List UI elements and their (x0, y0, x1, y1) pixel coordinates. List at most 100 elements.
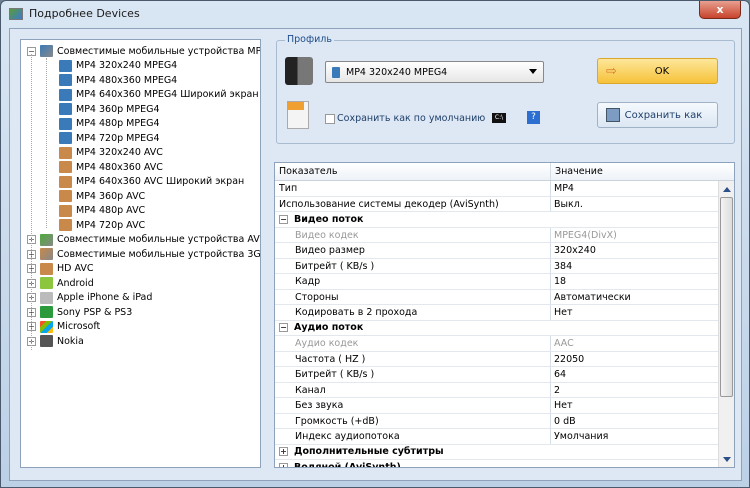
collapse-icon[interactable]: − (279, 323, 288, 333)
tree-item-profile[interactable]: MP4 480x360 MPEG4 (59, 73, 177, 87)
row-parameter: Кодировать в 2 прохода (275, 305, 551, 320)
header-value[interactable]: Значение (551, 163, 603, 180)
row-value[interactable]: 384 (551, 259, 572, 274)
device-icon (59, 132, 72, 144)
ok-button[interactable]: ⇨ OK (597, 58, 718, 84)
grid-row[interactable]: Кадр 18 (275, 274, 719, 290)
row-value[interactable]: 18 (551, 274, 566, 289)
tree-item-category[interactable]: + Совместимые мобильные устройства 3GP (27, 247, 260, 261)
row-parameter-label: Громкость (+dB) (295, 415, 379, 427)
device-icon (40, 306, 53, 318)
help-icon[interactable]: ? (527, 111, 540, 124)
grid-row[interactable]: Стороны Автоматически (275, 289, 719, 305)
save-default-checkbox[interactable]: Сохранить как по умолчанию (325, 113, 485, 124)
row-parameter-label: Тип (279, 183, 298, 194)
tree-item-category[interactable]: + Android (27, 276, 94, 290)
floppy-icon (606, 108, 620, 122)
device-icon (40, 262, 53, 275)
tree-item-mp4[interactable]: − Совместимые мобильные устройства MP4 (27, 44, 260, 58)
row-value[interactable]: Выкл. (551, 197, 583, 212)
row-parameter: + Дополнительные субтитры (275, 445, 719, 460)
tree-item-profile[interactable]: MP4 480p AVC (59, 204, 145, 218)
header-parameter[interactable]: Показатель (275, 163, 551, 180)
tree-item-category[interactable]: + Совместимые мобильные устройства AVI (27, 233, 261, 247)
grid-row[interactable]: Использование системы декодер (AviSynth)… (275, 196, 719, 212)
device-tree[interactable]: − Совместимые мобильные устройства MP4 MP4… (20, 39, 261, 468)
save-as-button[interactable]: Сохранить как (597, 102, 718, 128)
tree-item-profile[interactable]: MP4 320x240 MPEG4 (59, 59, 177, 73)
tree-item-category[interactable]: + Apple iPhone & iPad (27, 291, 152, 305)
row-value[interactable]: 22050 (551, 352, 584, 367)
grid-row[interactable]: Без звука Нет (275, 398, 719, 414)
grid-row[interactable]: Громкость (+dB) 0 dB (275, 413, 719, 429)
row-value[interactable]: MPEG4(DivX) (551, 228, 617, 243)
grid-row[interactable]: Индекс аудиопотока Умолчания (275, 429, 719, 445)
row-value[interactable]: Нет (551, 305, 573, 320)
scroll-up-icon[interactable] (723, 187, 731, 192)
grid-row[interactable]: Канал 2 (275, 382, 719, 398)
row-parameter: Канал (275, 382, 551, 397)
grid-row[interactable]: Частота ( HZ ) 22050 (275, 351, 719, 367)
row-parameter-label: Битрейт ( KB/s ) (295, 369, 375, 380)
row-value[interactable]: 64 (551, 367, 566, 382)
tree-item-profile[interactable]: MP4 480p MPEG4 (59, 117, 160, 131)
scroll-down-icon[interactable] (723, 457, 731, 462)
grid-row[interactable]: − Видео поток (275, 212, 719, 228)
tree-item-category[interactable]: + Microsoft (27, 320, 100, 334)
grid-row[interactable]: Тип MP4 (275, 181, 719, 197)
row-value[interactable]: 0 dB (551, 414, 576, 429)
row-parameter-label: Без звука (295, 400, 344, 411)
tree-item-profile[interactable]: MP4 720p AVC (59, 218, 145, 232)
device-icon (59, 161, 72, 173)
grid-row[interactable]: − Аудио поток (275, 321, 719, 336)
cmd-icon[interactable]: C:\ (492, 113, 506, 123)
row-value[interactable]: Автоматически (551, 290, 631, 305)
arrow-right-icon: ⇨ (606, 63, 617, 79)
tree-item-profile[interactable]: MP4 360p AVC (59, 189, 145, 203)
profile-select[interactable]: MP4 320x240 MPEG4 (325, 61, 544, 83)
row-value[interactable]: Умолчания (551, 429, 608, 444)
scroll-thumb[interactable] (720, 197, 733, 397)
device-icon (59, 204, 72, 217)
row-value[interactable]: 2 (551, 383, 560, 398)
device-icon (59, 74, 72, 86)
tree-item-profile[interactable]: MP4 360p MPEG4 (59, 102, 160, 116)
expand-icon[interactable]: + (279, 447, 288, 457)
tree-item-category[interactable]: + Nokia (27, 334, 84, 348)
grid-row[interactable]: Кодировать в 2 прохода Нет (275, 305, 719, 321)
tree-item-profile[interactable]: MP4 720p MPEG4 (59, 131, 160, 145)
grid-row[interactable]: + Водяной (AviSynth) (275, 460, 719, 467)
close-button[interactable]: x (699, 1, 741, 19)
tree-item-category[interactable]: + Sony PSP & PS3 (27, 305, 132, 319)
mpeg4-icon (332, 66, 340, 78)
tree-item-category[interactable]: + HD AVC (27, 262, 94, 276)
device-icon (59, 88, 72, 101)
expand-icon[interactable]: + (279, 462, 288, 467)
tree-item-label: Microsoft (57, 321, 101, 332)
tree-item-label: Совместимые мобильные устройства AVI (57, 234, 261, 245)
scrollbar[interactable] (718, 181, 734, 467)
row-parameter-label: Видео размер (295, 245, 365, 256)
collapse-icon[interactable]: − (279, 214, 288, 224)
row-parameter: Громкость (+dB) (275, 413, 551, 428)
tree-item-profile[interactable]: MP4 480x360 AVC (59, 160, 163, 174)
grid-row[interactable]: Битрейт ( KB/s ) 64 (275, 367, 719, 383)
tree-item-profile[interactable]: MP4 320x240 AVC (59, 146, 163, 160)
tree-item-profile[interactable]: MP4 640x360 AVC Широкий экран (59, 175, 244, 189)
app-icon (9, 7, 23, 20)
grid-row[interactable]: Битрейт ( KB/s ) 384 (275, 258, 719, 274)
checkbox[interactable] (325, 113, 335, 124)
row-value[interactable]: AAC (551, 336, 574, 351)
grid-row[interactable]: + Дополнительные субтитры (275, 445, 719, 460)
grid-row[interactable]: Аудио кодек AAC (275, 336, 719, 352)
client-area: − Совместимые мобильные устройства MP4 MP4… (9, 28, 742, 481)
tree-item-profile[interactable]: MP4 640x360 MPEG4 Широкий экран (59, 88, 259, 102)
properties-grid: Показатель Значение Тип MP4 Использование с… (274, 162, 735, 468)
grid-row[interactable]: Видео размер 320x240 (275, 243, 719, 259)
row-value[interactable]: Нет (551, 398, 573, 413)
grid-row[interactable]: Видео кодек MPEG4(DivX) (275, 227, 719, 243)
row-value[interactable]: MP4 (551, 181, 574, 196)
row-parameter: Битрейт ( KB/s ) (275, 367, 551, 382)
tree-item-label: MP4 640x360 MPEG4 Широкий экран (76, 89, 259, 100)
row-value[interactable]: 320x240 (551, 243, 596, 258)
